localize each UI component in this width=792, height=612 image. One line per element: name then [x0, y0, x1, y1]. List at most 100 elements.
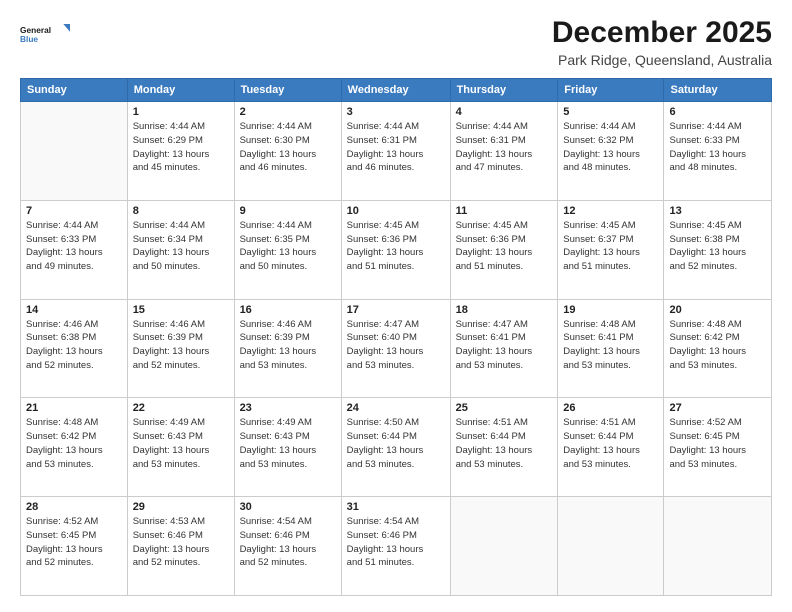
day-info: Sunrise: 4:50 AM Sunset: 6:44 PM Dayligh…: [347, 416, 445, 471]
calendar-day-cell: 6 Sunrise: 4:44 AM Sunset: 6:33 PM Daylig…: [664, 102, 772, 201]
day-info: Sunrise: 4:44 AM Sunset: 6:33 PM Dayligh…: [669, 120, 766, 175]
calendar-header-day: Wednesday: [341, 79, 450, 102]
day-number: 15: [133, 304, 229, 316]
day-info: Sunrise: 4:44 AM Sunset: 6:32 PM Dayligh…: [563, 120, 658, 175]
day-number: 23: [240, 402, 336, 414]
day-number: 6: [669, 106, 766, 118]
subtitle: Park Ridge, Queensland, Australia: [552, 52, 772, 68]
calendar-header-day: Monday: [127, 79, 234, 102]
day-info: Sunrise: 4:47 AM Sunset: 6:40 PM Dayligh…: [347, 318, 445, 373]
calendar-week-row: 28 Sunrise: 4:52 AM Sunset: 6:45 PM Dayli…: [21, 497, 772, 596]
calendar-day-cell: 13 Sunrise: 4:45 AM Sunset: 6:38 PM Dayli…: [664, 200, 772, 299]
logo-svg: General Blue: [20, 16, 70, 52]
day-number: 27: [669, 402, 766, 414]
day-number: 31: [347, 501, 445, 513]
day-number: 11: [456, 205, 553, 217]
day-number: 22: [133, 402, 229, 414]
day-number: 10: [347, 205, 445, 217]
main-title: December 2025: [552, 16, 772, 50]
day-info: Sunrise: 4:44 AM Sunset: 6:29 PM Dayligh…: [133, 120, 229, 175]
calendar-day-cell: 7 Sunrise: 4:44 AM Sunset: 6:33 PM Daylig…: [21, 200, 128, 299]
day-info: Sunrise: 4:49 AM Sunset: 6:43 PM Dayligh…: [240, 416, 336, 471]
day-number: 26: [563, 402, 658, 414]
calendar-header-day: Saturday: [664, 79, 772, 102]
calendar-day-cell: 23 Sunrise: 4:49 AM Sunset: 6:43 PM Dayli…: [234, 398, 341, 497]
day-number: 14: [26, 304, 122, 316]
calendar-day-cell: 27 Sunrise: 4:52 AM Sunset: 6:45 PM Dayli…: [664, 398, 772, 497]
calendar-header-day: Tuesday: [234, 79, 341, 102]
calendar-day-cell: 9 Sunrise: 4:44 AM Sunset: 6:35 PM Daylig…: [234, 200, 341, 299]
day-info: Sunrise: 4:44 AM Sunset: 6:35 PM Dayligh…: [240, 219, 336, 274]
calendar-day-cell: [558, 497, 664, 596]
day-number: 17: [347, 304, 445, 316]
day-number: 19: [563, 304, 658, 316]
day-info: Sunrise: 4:44 AM Sunset: 6:31 PM Dayligh…: [456, 120, 553, 175]
calendar-day-cell: 15Sunrise: 4:46 AM Sunset: 6:39 PM Dayli…: [127, 299, 234, 398]
logo: General Blue: [20, 16, 70, 52]
day-info: Sunrise: 4:44 AM Sunset: 6:31 PM Dayligh…: [347, 120, 445, 175]
day-number: 12: [563, 205, 658, 217]
calendar-day-cell: 22 Sunrise: 4:49 AM Sunset: 6:43 PM Dayli…: [127, 398, 234, 497]
calendar-day-cell: 5 Sunrise: 4:44 AM Sunset: 6:32 PM Daylig…: [558, 102, 664, 201]
calendar-table: SundayMondayTuesdayWednesdayThursdayFrid…: [20, 78, 772, 596]
day-number: 2: [240, 106, 336, 118]
day-info: Sunrise: 4:47 AM Sunset: 6:41 PM Dayligh…: [456, 318, 553, 373]
calendar-header-day: Sunday: [21, 79, 128, 102]
calendar-day-cell: 29Sunrise: 4:53 AM Sunset: 6:46 PM Dayli…: [127, 497, 234, 596]
calendar-week-row: 21Sunrise: 4:48 AM Sunset: 6:42 PM Dayli…: [21, 398, 772, 497]
day-info: Sunrise: 4:45 AM Sunset: 6:36 PM Dayligh…: [456, 219, 553, 274]
day-number: 5: [563, 106, 658, 118]
header: General Blue December 2025 Park Ridge, Q…: [20, 16, 772, 68]
day-info: Sunrise: 4:54 AM Sunset: 6:46 PM Dayligh…: [347, 515, 445, 570]
day-info: Sunrise: 4:53 AM Sunset: 6:46 PM Dayligh…: [133, 515, 229, 570]
calendar-day-cell: 31 Sunrise: 4:54 AM Sunset: 6:46 PM Dayli…: [341, 497, 450, 596]
calendar-header-day: Friday: [558, 79, 664, 102]
calendar-day-cell: 1 Sunrise: 4:44 AM Sunset: 6:29 PM Daylig…: [127, 102, 234, 201]
day-number: 4: [456, 106, 553, 118]
svg-text:Blue: Blue: [20, 34, 38, 44]
day-number: 24: [347, 402, 445, 414]
day-info: Sunrise: 4:45 AM Sunset: 6:36 PM Dayligh…: [347, 219, 445, 274]
calendar-day-cell: 16 Sunrise: 4:46 AM Sunset: 6:39 PM Dayli…: [234, 299, 341, 398]
calendar-week-row: 7 Sunrise: 4:44 AM Sunset: 6:33 PM Daylig…: [21, 200, 772, 299]
day-number: 1: [133, 106, 229, 118]
calendar-day-cell: 20 Sunrise: 4:48 AM Sunset: 6:42 PM Dayli…: [664, 299, 772, 398]
day-number: 18: [456, 304, 553, 316]
page: General Blue December 2025 Park Ridge, Q…: [0, 0, 792, 612]
day-info: Sunrise: 4:48 AM Sunset: 6:42 PM Dayligh…: [26, 416, 122, 471]
calendar-day-cell: 25 Sunrise: 4:51 AM Sunset: 6:44 PM Dayli…: [450, 398, 558, 497]
day-number: 13: [669, 205, 766, 217]
day-info: Sunrise: 4:45 AM Sunset: 6:38 PM Dayligh…: [669, 219, 766, 274]
calendar-day-cell: 8Sunrise: 4:44 AM Sunset: 6:34 PM Daylig…: [127, 200, 234, 299]
day-info: Sunrise: 4:44 AM Sunset: 6:33 PM Dayligh…: [26, 219, 122, 274]
calendar-day-cell: 2 Sunrise: 4:44 AM Sunset: 6:30 PM Daylig…: [234, 102, 341, 201]
day-info: Sunrise: 4:46 AM Sunset: 6:39 PM Dayligh…: [240, 318, 336, 373]
calendar-day-cell: 3Sunrise: 4:44 AM Sunset: 6:31 PM Daylig…: [341, 102, 450, 201]
calendar-header-day: Thursday: [450, 79, 558, 102]
day-number: 16: [240, 304, 336, 316]
day-number: 7: [26, 205, 122, 217]
day-info: Sunrise: 4:44 AM Sunset: 6:30 PM Dayligh…: [240, 120, 336, 175]
day-info: Sunrise: 4:51 AM Sunset: 6:44 PM Dayligh…: [563, 416, 658, 471]
title-block: December 2025 Park Ridge, Queensland, Au…: [552, 16, 772, 68]
day-info: Sunrise: 4:48 AM Sunset: 6:42 PM Dayligh…: [669, 318, 766, 373]
day-info: Sunrise: 4:51 AM Sunset: 6:44 PM Dayligh…: [456, 416, 553, 471]
calendar-day-cell: [664, 497, 772, 596]
day-number: 30: [240, 501, 336, 513]
day-info: Sunrise: 4:44 AM Sunset: 6:34 PM Dayligh…: [133, 219, 229, 274]
day-info: Sunrise: 4:52 AM Sunset: 6:45 PM Dayligh…: [26, 515, 122, 570]
calendar-day-cell: 10 Sunrise: 4:45 AM Sunset: 6:36 PM Dayli…: [341, 200, 450, 299]
calendar-week-row: 1 Sunrise: 4:44 AM Sunset: 6:29 PM Daylig…: [21, 102, 772, 201]
day-number: 28: [26, 501, 122, 513]
day-number: 20: [669, 304, 766, 316]
calendar-day-cell: 24 Sunrise: 4:50 AM Sunset: 6:44 PM Dayli…: [341, 398, 450, 497]
calendar-day-cell: 21Sunrise: 4:48 AM Sunset: 6:42 PM Dayli…: [21, 398, 128, 497]
calendar-day-cell: [21, 102, 128, 201]
day-info: Sunrise: 4:52 AM Sunset: 6:45 PM Dayligh…: [669, 416, 766, 471]
day-info: Sunrise: 4:49 AM Sunset: 6:43 PM Dayligh…: [133, 416, 229, 471]
day-number: 9: [240, 205, 336, 217]
calendar-week-row: 14Sunrise: 4:46 AM Sunset: 6:38 PM Dayli…: [21, 299, 772, 398]
calendar-header-row: SundayMondayTuesdayWednesdayThursdayFrid…: [21, 79, 772, 102]
day-number: 25: [456, 402, 553, 414]
calendar-day-cell: 18 Sunrise: 4:47 AM Sunset: 6:41 PM Dayli…: [450, 299, 558, 398]
